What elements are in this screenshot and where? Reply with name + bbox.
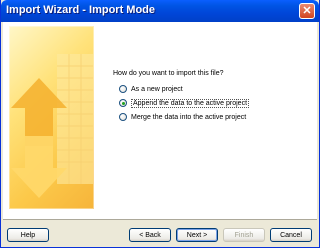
option-new-project[interactable]: As a new project <box>119 83 183 95</box>
cancel-button[interactable]: Cancel <box>270 228 312 242</box>
option-merge-data[interactable]: Merge the data into the active project <box>119 111 246 123</box>
wizard-content: How do you want to import this file? As … <box>3 22 317 220</box>
option-merge-data-label: Merge the data into the active project <box>131 113 247 121</box>
wizard-side-graphic <box>9 26 94 209</box>
option-append-data-label: Append the data to the active project <box>131 98 250 108</box>
close-icon: ✕ <box>302 5 312 17</box>
next-button[interactable]: Next > <box>176 228 218 242</box>
radio-new-project[interactable] <box>119 85 127 93</box>
close-button[interactable]: ✕ <box>299 3 315 19</box>
import-arrows-graphic <box>9 26 94 209</box>
option-append-data[interactable]: Append the data to the active project <box>119 97 250 109</box>
window-title: Import Wizard - Import Mode <box>6 4 156 16</box>
radio-merge-data[interactable] <box>119 113 127 121</box>
option-new-project-label: As a new project <box>131 85 183 93</box>
import-wizard-window: Import Wizard - Import Mode ✕ How do you… <box>0 0 320 248</box>
import-question: How do you want to import this file? <box>113 70 224 77</box>
help-button[interactable]: Help <box>7 228 49 242</box>
title-bar[interactable]: Import Wizard - Import Mode ✕ <box>1 0 319 22</box>
back-button[interactable]: < Back <box>129 228 171 242</box>
radio-append-data[interactable] <box>119 99 127 107</box>
finish-button: Finish <box>223 228 265 242</box>
